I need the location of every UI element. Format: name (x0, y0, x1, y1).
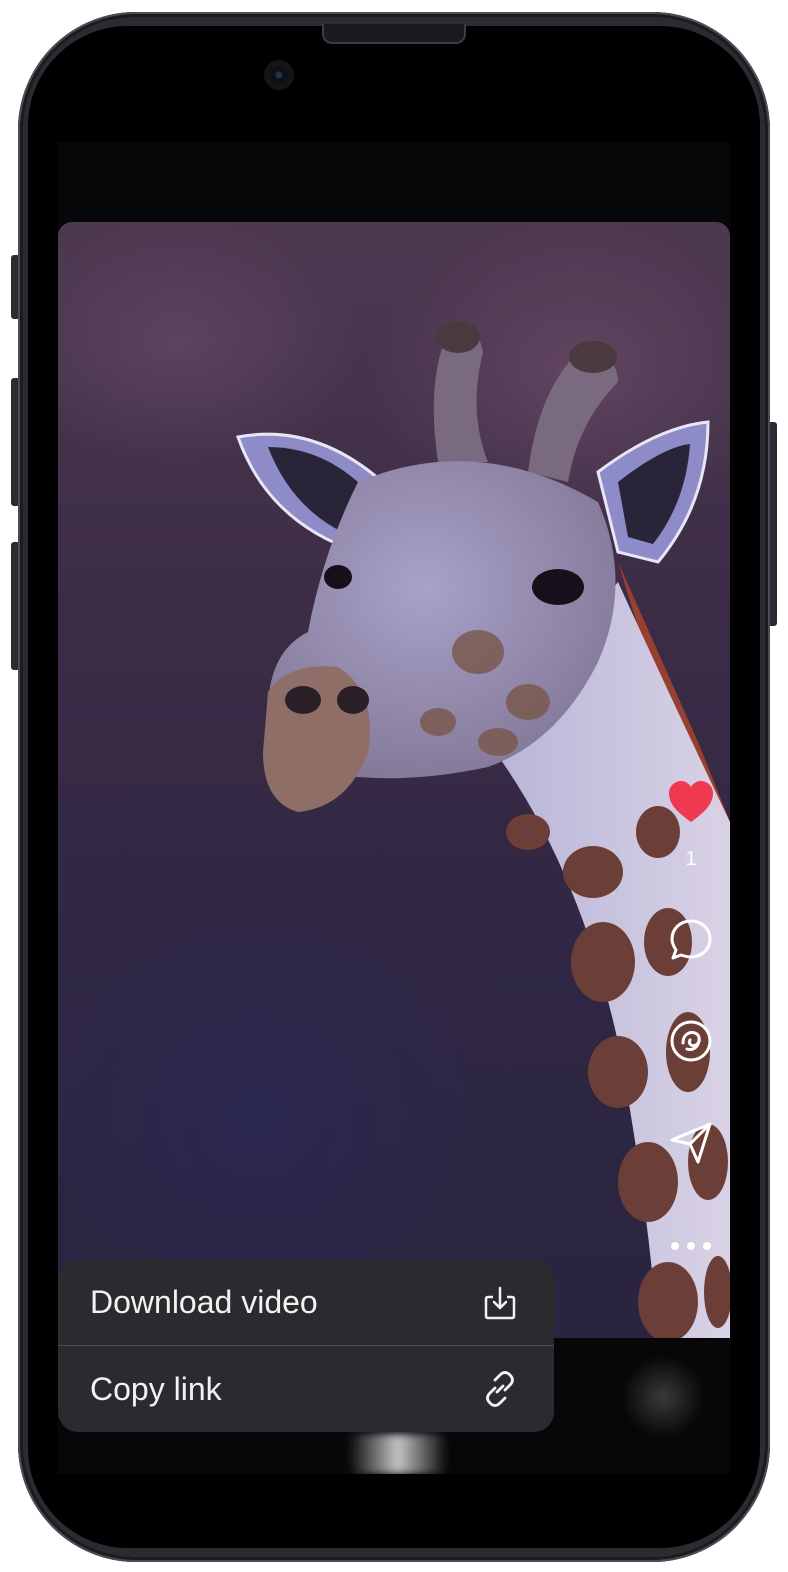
giraffe-video-frame (236, 321, 730, 1338)
video-player[interactable] (58, 222, 730, 1338)
link-icon (480, 1369, 520, 1409)
earpiece (322, 24, 466, 44)
home-indicator (348, 1434, 448, 1474)
front-camera (264, 60, 294, 90)
menu-item-label: Copy link (90, 1370, 222, 1407)
menu-item-download-video[interactable]: Download video (58, 1260, 554, 1346)
more-icon[interactable] (666, 1221, 716, 1271)
comment-icon[interactable] (666, 915, 716, 965)
heart-icon[interactable] (666, 777, 716, 827)
remix-icon[interactable] (666, 1016, 716, 1066)
send-icon[interactable] (666, 1118, 716, 1168)
download-icon (480, 1283, 520, 1323)
menu-item-label: Download video (90, 1284, 318, 1320)
like-count: 1 (685, 848, 697, 870)
tab-bar-blur (618, 1352, 708, 1442)
context-menu: Download video Copy link (58, 1260, 554, 1432)
menu-item-copy-link[interactable]: Copy link (58, 1346, 554, 1432)
